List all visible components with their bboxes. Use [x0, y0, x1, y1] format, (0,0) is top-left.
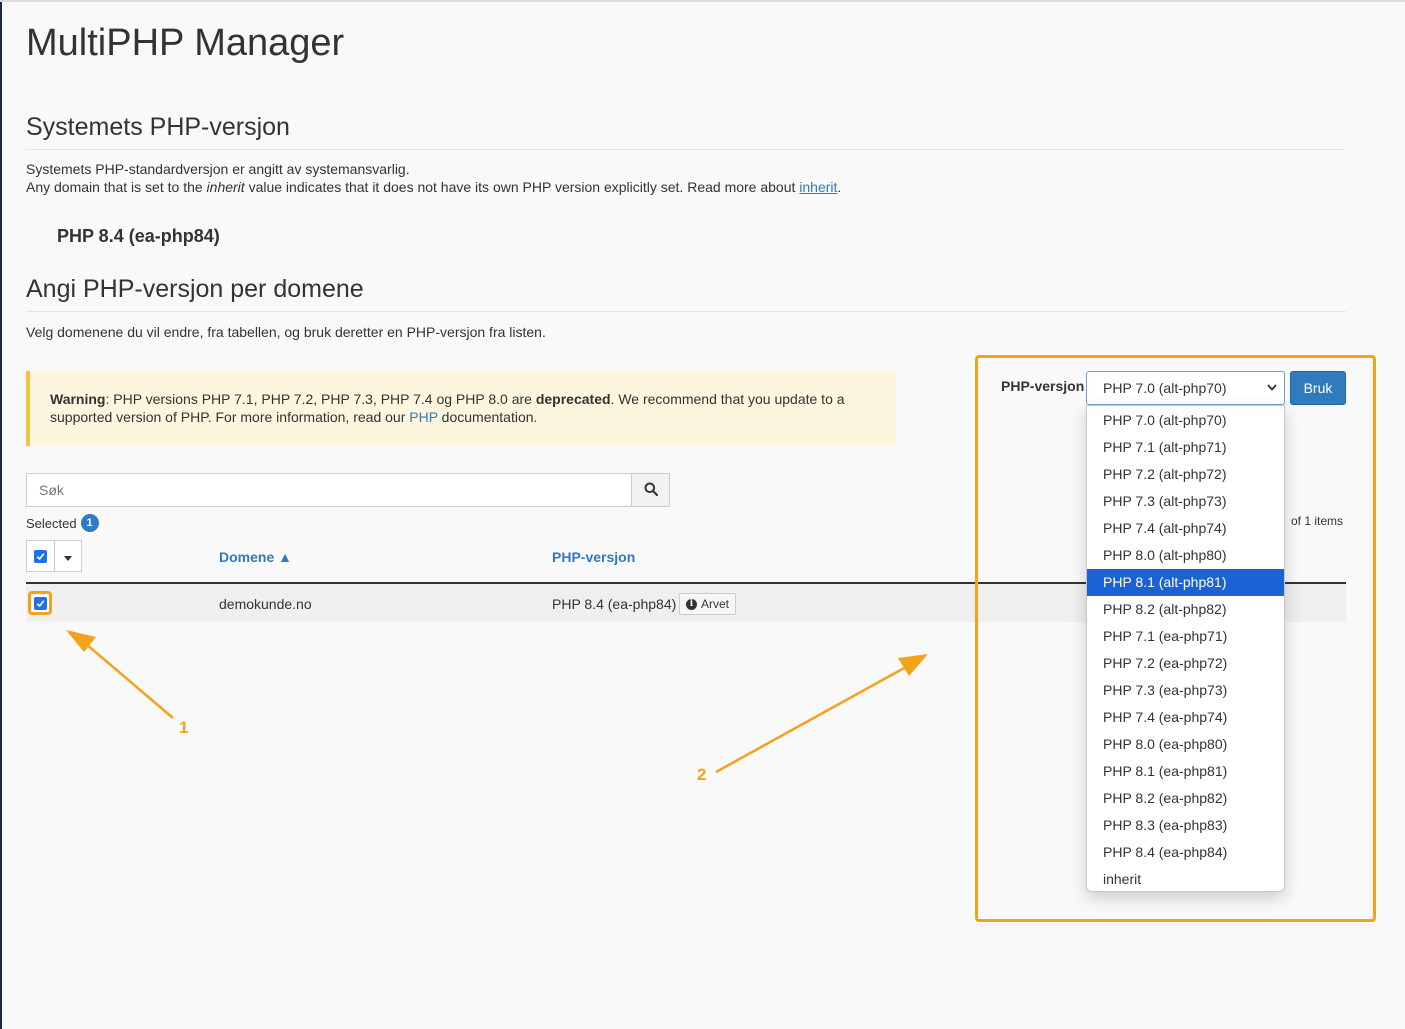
annotation-arrow-2	[715, 654, 928, 774]
annotation-label-1: 1	[179, 718, 189, 737]
annotation-arrow-1	[66, 630, 174, 719]
annotation-label-2: 2	[697, 765, 707, 784]
annotation-arrows	[66, 630, 928, 774]
